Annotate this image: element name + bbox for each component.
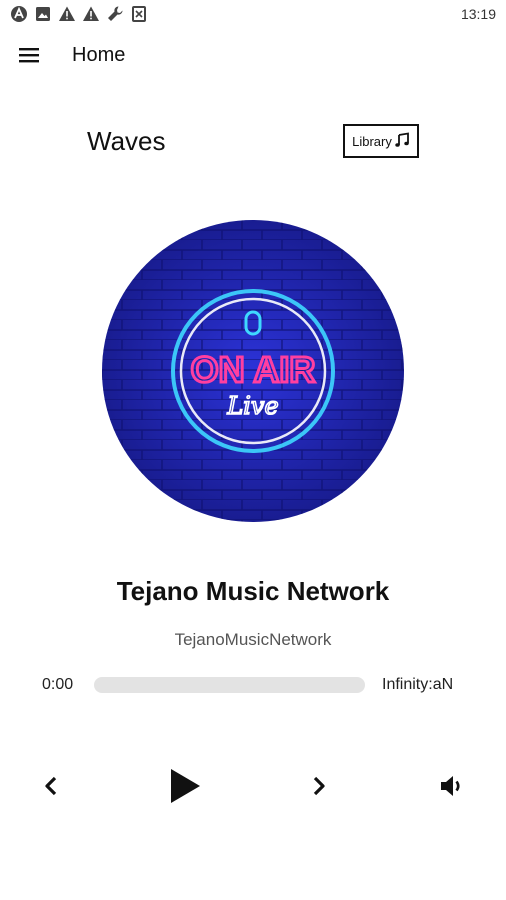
previous-icon[interactable]	[36, 760, 66, 812]
total-time: Infinity:aN	[382, 676, 454, 693]
play-icon[interactable]	[162, 760, 208, 812]
section-title: Waves	[87, 126, 166, 156]
notification-icon	[130, 5, 148, 23]
music-note-icon	[394, 131, 410, 151]
artwork-sign-subtext: Live	[226, 392, 278, 420]
current-time: 0:00	[42, 676, 74, 693]
progress-bar[interactable]	[94, 677, 365, 693]
artwork-sign-text: ON AIR	[191, 349, 316, 390]
library-button-label: Library	[352, 133, 392, 149]
next-icon[interactable]	[304, 760, 334, 812]
wrench-icon	[106, 5, 124, 23]
hamburger-menu-icon[interactable]	[18, 44, 40, 66]
status-icons	[10, 5, 148, 23]
volume-icon[interactable]	[434, 760, 470, 812]
warning-icon	[82, 5, 100, 23]
status-bar: 13:19	[0, 0, 506, 28]
library-button[interactable]: Library	[343, 124, 419, 158]
track-subtitle: TejanoMusicNetwork	[174, 630, 332, 649]
album-artwork: ON AIR Live	[102, 220, 404, 522]
page-title: Home	[72, 44, 126, 66]
app-bar: Home	[0, 36, 506, 76]
system-icon	[10, 5, 28, 23]
track-title: Tejano Music Network	[116, 576, 390, 606]
image-icon	[34, 5, 52, 23]
playback-controls	[0, 760, 506, 812]
warning-icon	[58, 5, 76, 23]
status-time: 13:19	[460, 6, 496, 22]
